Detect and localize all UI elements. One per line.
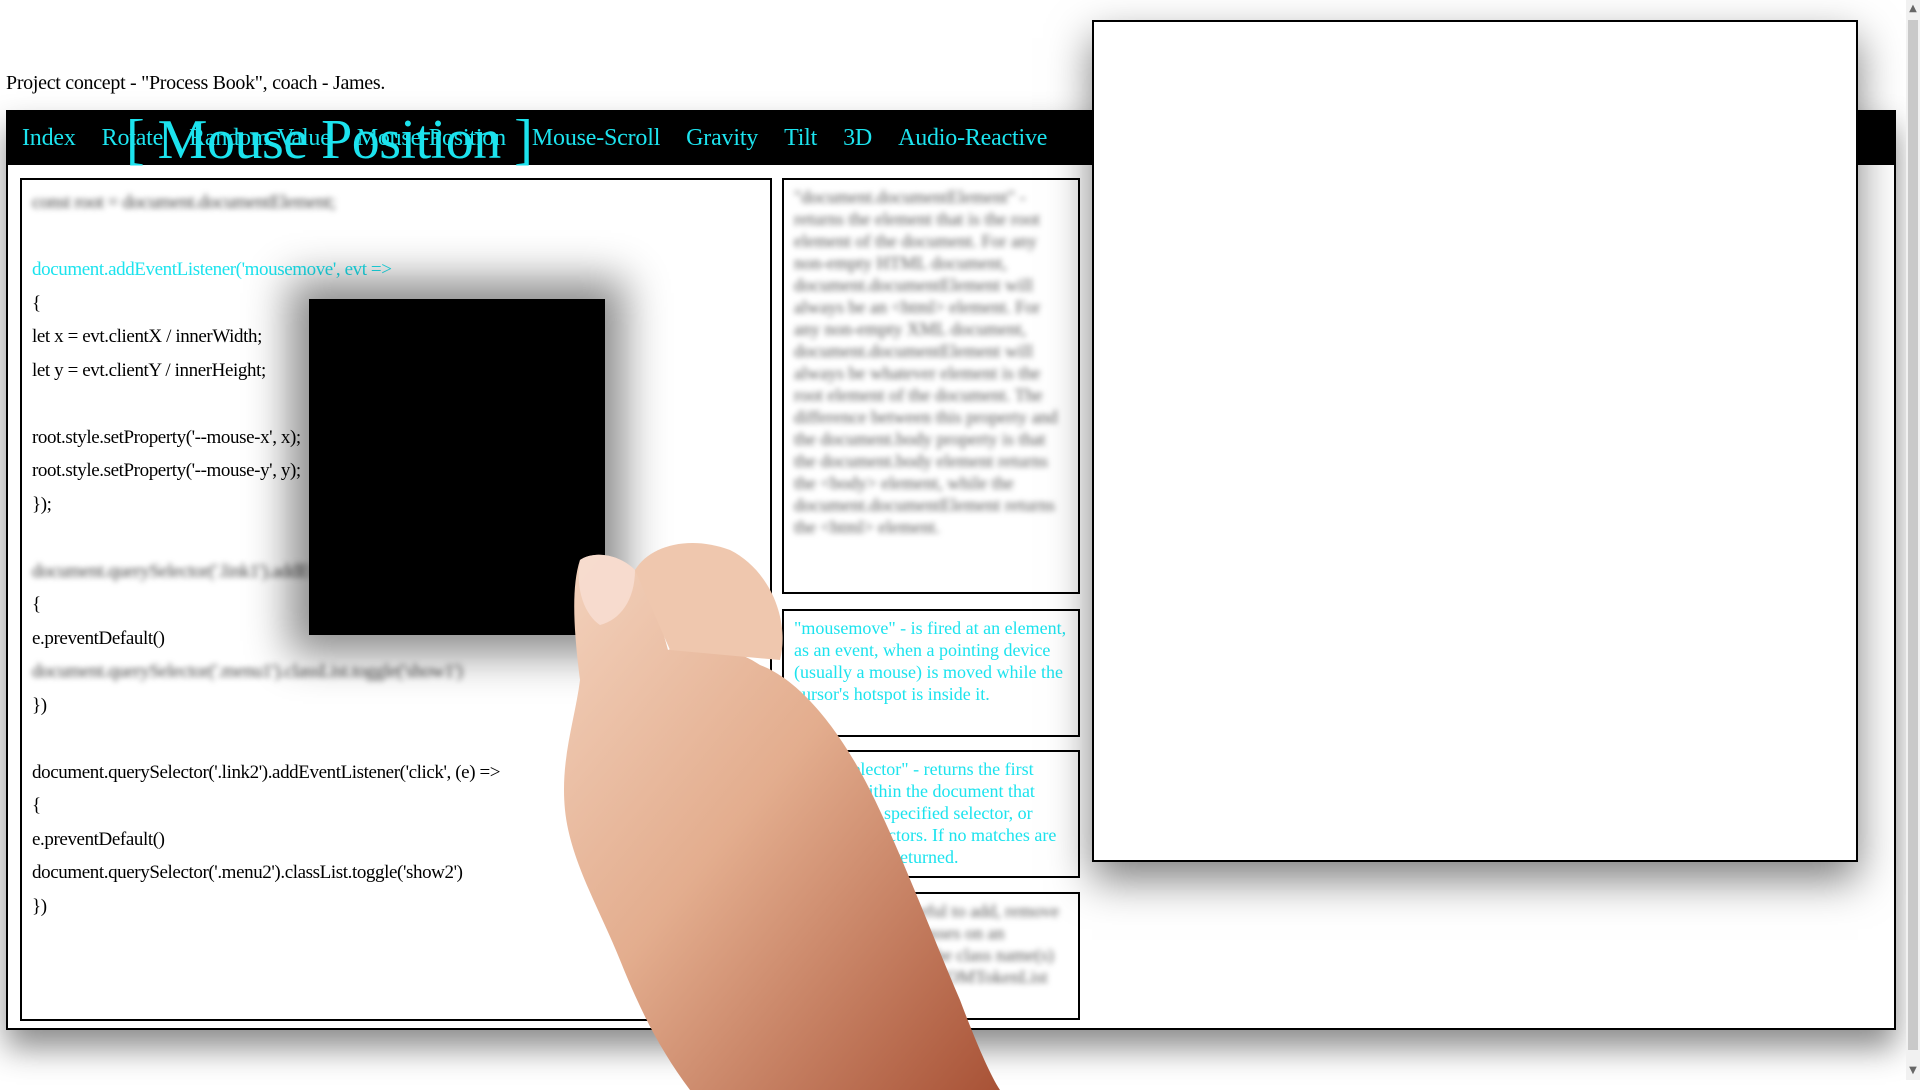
nav-audio-reactive[interactable]: Audio-Reactive — [898, 125, 1047, 152]
scroll-thumb[interactable] — [1908, 20, 1918, 1050]
code-line: const root = document.documentElement; — [32, 192, 336, 213]
nav-mouse-scroll[interactable]: Mouse-Scroll — [532, 125, 660, 152]
info-text: "document.documentElement" - returns the… — [794, 187, 1058, 537]
page-scrollbar[interactable]: ▲ ▼ — [1906, 0, 1920, 1080]
scroll-down-icon[interactable]: ▼ — [1907, 1064, 1919, 1078]
nav-tilt[interactable]: Tilt — [784, 125, 817, 152]
page-title: [ Mouse Position ] — [126, 109, 533, 171]
code-line: document.addEventListener('mousemove', e… — [32, 259, 392, 280]
page-caption: Project concept - "Process Book", coach … — [6, 72, 386, 94]
nav-gravity[interactable]: Gravity — [686, 125, 758, 152]
nav-3d[interactable]: 3D — [843, 125, 872, 152]
preview-panel — [1092, 20, 1858, 862]
scroll-up-icon[interactable]: ▲ — [1907, 2, 1919, 16]
nav-index[interactable]: Index — [22, 125, 76, 152]
hand-image — [563, 542, 1000, 1090]
